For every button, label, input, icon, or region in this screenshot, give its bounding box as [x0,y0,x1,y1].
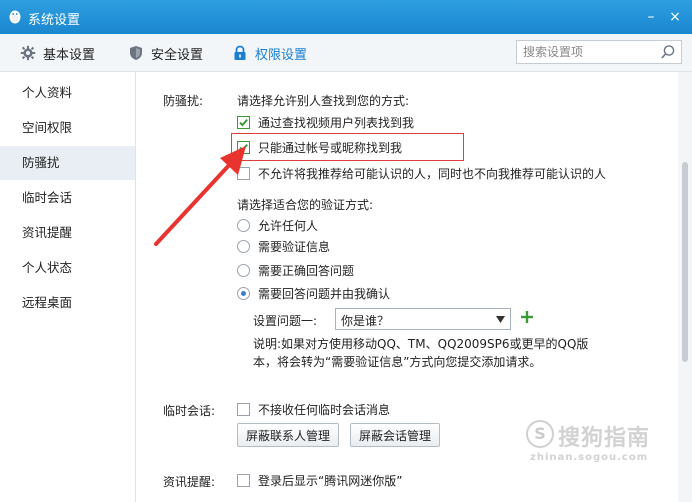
verify-option-label: 需要正确回答问题 [258,263,355,278]
verify-option-answer-confirm[interactable]: 需要回答问题并由我确认 [237,284,390,302]
temp-session-label: 临时会话: [163,404,216,418]
verify-option-correct-answer[interactable]: 需要正确回答问题 [237,261,354,279]
settings-sidebar: 个人资料 空间权限 防骚扰 临时会话 资讯提醒 个人状态 远程桌面 [0,72,136,502]
find-option-label: 不允许将我推荐给可能认识的人，同时也不向我推荐可能认识的人 [258,166,607,181]
description-line: 本，将会转为“需要验证信息”方式向您提交添加请求。 [253,355,542,369]
minimize-button[interactable]: – [640,6,662,28]
search-input[interactable] [517,41,657,63]
title-bar: 系统设置 – × [0,0,692,34]
add-icon[interactable] [520,310,534,324]
window-title: 系统设置 [28,13,81,28]
radio-selected[interactable] [237,286,250,300]
checkmark-icon [239,118,248,126]
news-alert-option-label: 登录后显示“腾讯网迷你版” [258,473,403,488]
block-sessions-button[interactable]: 屏蔽会话管理 [350,423,441,447]
sidebar-item-status[interactable]: 个人状态 [0,251,135,285]
tab-permission-settings[interactable]: 权限设置 [232,43,307,63]
shield-icon [130,46,142,60]
close-button[interactable]: × [664,6,686,28]
verify-option-label: 允许任何人 [258,218,319,233]
temp-session-option[interactable]: 不接收任何临时会话消息 [237,400,390,418]
sidebar-item-profile[interactable]: 个人资料 [0,76,135,110]
news-alert-option[interactable]: 登录后显示“腾讯网迷你版” [237,471,402,489]
verify-option-label: 需要回答问题并由我确认 [258,286,391,301]
checkbox-unchecked[interactable] [237,473,250,487]
penguin-icon [9,10,21,24]
watermark: S 搜狗指南 zhinan.sogou.com [526,418,686,472]
temp-session-option-label: 不接收任何临时会话消息 [258,402,391,417]
search-icon[interactable] [660,44,676,60]
news-alert-label: 资讯提醒: [163,475,216,489]
verify-description: 说明:如果对方使用移动QQ、TM、QQ2009SP6或更早的QQ版 本，将会转为… [253,335,598,371]
dropdown-arrow-icon [496,316,505,323]
scrollbar-thumb[interactable] [682,162,688,362]
watermark-url: zhinan.sogou.com [530,452,649,463]
tab-security-settings[interactable]: 安全设置 [128,43,203,63]
verify-prompt: 请选择适合您的验证方式: [237,198,374,212]
anti-harass-label: 防骚扰: [163,94,204,108]
sidebar-item-space-permissions[interactable]: 空间权限 [0,111,135,145]
sidebar-item-remote-desktop[interactable]: 远程桌面 [0,286,135,320]
highlight-box [231,133,464,161]
question-select[interactable]: 你是谁？ [335,308,511,330]
verify-option-info[interactable]: 需要验证信息 [237,237,330,255]
question-value: 你是谁？ [341,314,390,328]
sidebar-item-temp-session[interactable]: 临时会话 [0,181,135,215]
tab-permission-settings-label: 权限设置 [255,47,308,63]
checkbox-unchecked[interactable] [237,402,250,416]
description-line: 说明:如果对方使用移动QQ、TM、QQ2009SP6或更早的QQ版 [253,337,589,351]
tab-basic-settings-label: 基本设置 [43,47,96,63]
tab-basic-settings[interactable]: 基本设置 [20,43,95,63]
gear-icon [20,45,36,61]
question-label: 设置问题一: [253,314,318,328]
lock-icon [234,45,246,60]
search-box [516,40,682,64]
find-option-no-recommend[interactable]: 不允许将我推荐给可能认识的人，同时也不向我推荐可能认识的人 [237,164,606,182]
sidebar-item-news-alert[interactable]: 资讯提醒 [0,216,135,250]
tab-security-settings-label: 安全设置 [151,47,204,63]
red-arrow-annotation [154,146,246,246]
checkbox-checked[interactable] [237,115,250,129]
find-option-video-list[interactable]: 通过查找视频用户列表找到我 [237,113,414,131]
radio-unselected[interactable] [237,263,250,277]
sidebar-item-anti-harassment[interactable]: 防骚扰 [0,146,135,180]
verify-option-label: 需要验证信息 [258,239,331,254]
block-contacts-button[interactable]: 屏蔽联系人管理 [237,423,340,447]
watermark-logo: S [526,420,554,448]
find-option-label: 通过查找视频用户列表找到我 [258,115,415,130]
watermark-text: 搜狗指南 [558,426,651,451]
find-prompt: 请选择允许别人查找到您的方式: [237,94,410,108]
